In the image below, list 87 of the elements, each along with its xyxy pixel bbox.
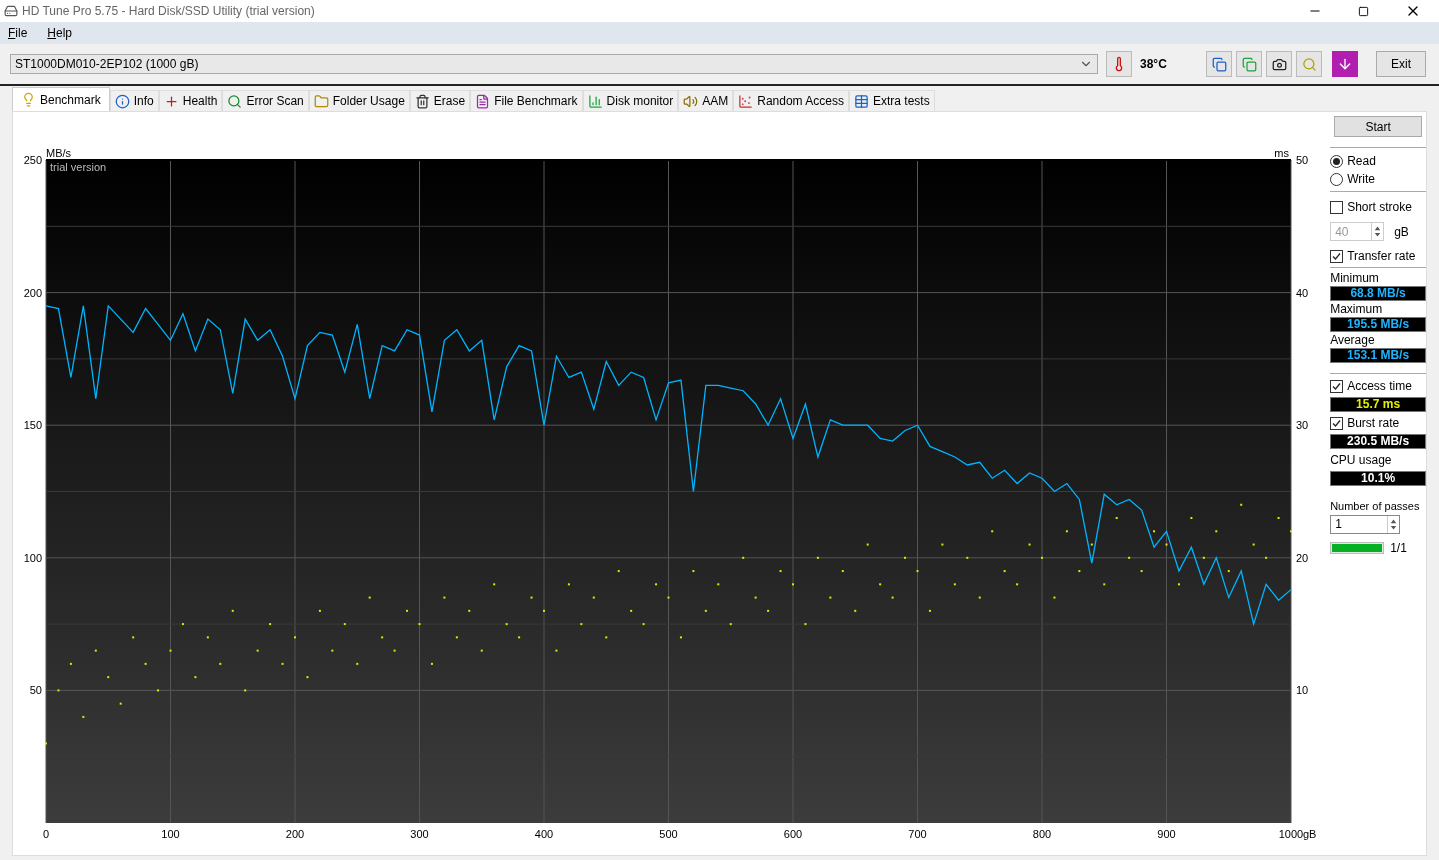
readout-value: 195.5 MB/s — [1330, 317, 1426, 332]
access-time-value: 15.7 ms — [1330, 397, 1426, 412]
cpu-usage-label: CPU usage — [1330, 452, 1393, 469]
tab[interactable]: AAM — [678, 90, 734, 111]
window-title: HD Tune Pro 5.75 - Hard Disk/SSD Utility (trial version) — [22, 3, 315, 20]
passes-spin-field[interactable]: 1 — [1330, 514, 1401, 534]
temperature-button[interactable] — [1106, 51, 1132, 77]
burst-rate-value: 230.5 MB/s — [1330, 434, 1426, 449]
menu-item[interactable]: Help — [43, 24, 77, 42]
copy-icon — [1211, 56, 1227, 72]
y2-tick-label: 30 — [1296, 419, 1309, 432]
passes-label: Number of passes — [1330, 499, 1421, 514]
x-tick-label: 100 — [161, 828, 180, 840]
checkbox-label: Burst rate — [1347, 415, 1400, 432]
radio-label: Read — [1347, 153, 1376, 170]
plus-icon — [163, 93, 179, 109]
tab[interactable]: Extra tests — [848, 90, 935, 111]
tab[interactable]: Disk monitor — [582, 90, 679, 111]
speaker-icon — [683, 93, 699, 109]
camera-icon — [1271, 56, 1287, 72]
maximize-icon — [1358, 5, 1369, 17]
x-axis-label: gB — [1303, 828, 1317, 840]
radio-button[interactable] — [1330, 154, 1344, 168]
y2-axis-label: ms — [1274, 147, 1289, 159]
checkbox-label: Access time — [1347, 378, 1412, 395]
temperature-reading: 38°C — [1140, 56, 1168, 73]
scatter-chart-icon — [738, 93, 754, 109]
x-tick-label: 200 — [285, 828, 305, 840]
checkbox[interactable] — [1330, 249, 1344, 263]
tab[interactable]: Benchmark — [12, 87, 110, 111]
menu-item[interactable]: File — [4, 24, 32, 42]
search-icon — [227, 93, 243, 109]
tab[interactable]: Folder Usage — [308, 90, 410, 111]
y-tick-label: 50 — [29, 684, 42, 697]
info-icon — [114, 93, 130, 109]
y-tick-label: 200 — [23, 286, 42, 299]
y2-tick-label: 10 — [1296, 684, 1309, 697]
readout-value: 153.1 MB/s — [1330, 348, 1426, 363]
exit-button[interactable]: Exit — [1376, 51, 1426, 77]
start-button[interactable]: Start — [1334, 116, 1422, 137]
download-button[interactable] — [1332, 51, 1358, 77]
tab[interactable]: Erase — [409, 90, 471, 111]
trash-icon — [414, 93, 430, 109]
readout-label: Maximum — [1330, 301, 1384, 317]
checkbox[interactable] — [1330, 379, 1344, 393]
radio-button[interactable] — [1330, 172, 1344, 186]
x-tick-label: 300 — [410, 828, 429, 840]
x-tick-label: 1000 — [1278, 828, 1304, 840]
tab[interactable]: File Benchmark — [470, 90, 583, 111]
y2-tick-label: 50 — [1296, 154, 1309, 166]
checkbox-label: Short stroke — [1347, 199, 1412, 216]
drive-dropdown[interactable]: ST1000DM010-2EP102 (1000 gB) — [10, 54, 1098, 74]
tab[interactable]: Health — [158, 90, 223, 111]
tab[interactable]: Random Access — [733, 90, 849, 111]
x-tick-label: 800 — [1032, 828, 1052, 840]
toolbar-button[interactable] — [1266, 51, 1292, 77]
y-tick-label: 150 — [23, 419, 42, 432]
unit-label: gB — [1394, 223, 1409, 241]
document-icon — [475, 93, 491, 109]
y-tick-label: 250 — [23, 154, 42, 166]
cpu-usage-value: 10.1% — [1330, 471, 1426, 486]
readout-value: 68.8 MB/s — [1330, 286, 1426, 301]
y2-tick-label: 40 — [1296, 286, 1309, 299]
magnifier-icon — [1301, 56, 1317, 72]
x-tick-label: 400 — [534, 828, 554, 840]
tab[interactable]: Info — [109, 90, 159, 111]
passes-reading: 1/1 — [1390, 539, 1407, 557]
y2-tick-label: 20 — [1296, 551, 1309, 564]
y-tick-label: 100 — [23, 551, 42, 564]
copy-icon — [1241, 56, 1257, 72]
bar-chart-icon — [587, 93, 603, 109]
folder-icon — [313, 93, 329, 109]
readout-label: Average — [1330, 332, 1376, 348]
checkbox[interactable] — [1330, 416, 1344, 430]
x-tick-label: 700 — [908, 828, 927, 840]
lightbulb-icon — [21, 92, 36, 107]
x-tick-label: 500 — [659, 828, 678, 840]
readout-label: Minimum — [1330, 270, 1380, 286]
radio-label: Write — [1347, 171, 1375, 188]
x-tick-label: 900 — [1157, 828, 1176, 840]
table-icon — [853, 93, 869, 109]
watermark-text: trial version — [50, 161, 107, 173]
tab[interactable]: Error Scan — [222, 90, 309, 111]
x-tick-label: 600 — [783, 828, 803, 840]
y-axis-label: MB/s — [46, 147, 72, 159]
checkbox-label: Transfer rate — [1347, 248, 1416, 265]
x-tick-label: 0 — [42, 828, 50, 840]
